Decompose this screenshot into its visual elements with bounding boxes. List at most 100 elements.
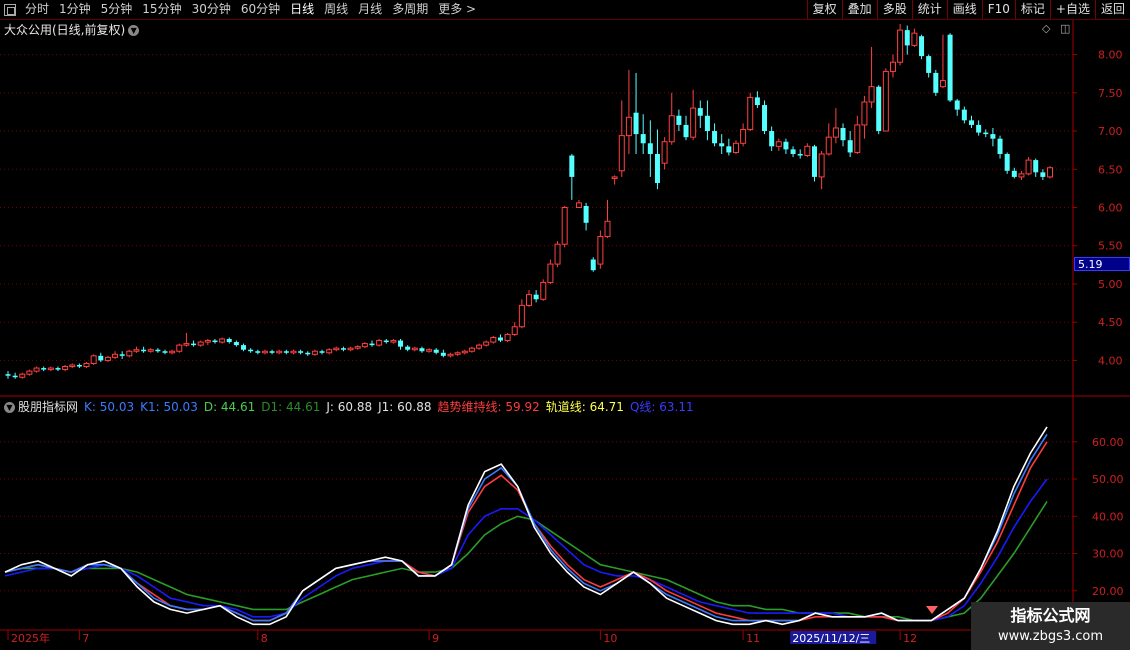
candle-body-15	[112, 353, 119, 358]
time-label-1: 7	[82, 632, 89, 645]
candle-body-74	[533, 294, 539, 300]
time-label-5: 11	[746, 632, 760, 645]
candle-body-63	[454, 352, 461, 355]
candle-body-143	[1025, 159, 1032, 175]
candle-body-23	[169, 350, 176, 354]
candle-body-69	[497, 337, 503, 341]
ind-tick-label-4: 20.00	[1092, 585, 1124, 598]
time-label-7: 12	[903, 632, 917, 645]
candle-body-132	[947, 34, 953, 101]
candle-body-102	[732, 142, 739, 153]
candle-body-142	[1018, 173, 1025, 178]
candle-body-70	[504, 333, 511, 342]
candle-body-84	[604, 220, 611, 238]
candle-body-135	[968, 120, 974, 125]
candle-body-36	[261, 350, 268, 354]
candle-body-75	[540, 281, 547, 300]
candle-body-10	[76, 365, 82, 367]
candle-body-92	[661, 141, 668, 164]
candle-body-76	[547, 263, 554, 283]
candle-body-129	[926, 56, 932, 73]
candle-body-105	[754, 97, 760, 106]
current-price-badge: 5.19	[1074, 257, 1130, 271]
candle-body-122	[876, 86, 882, 132]
candle-body-106	[762, 105, 768, 132]
candle-body-59	[426, 349, 433, 352]
candle-body-113	[811, 146, 817, 177]
candle-body-4	[33, 367, 40, 372]
candle-body-53	[383, 340, 389, 343]
candle-body-24	[176, 344, 183, 352]
candle-body-94	[676, 115, 682, 125]
time-label-2: 8	[261, 632, 268, 645]
candle-body-9	[69, 364, 76, 368]
price-tick-label-7: 4.50	[1098, 316, 1123, 329]
candle-body-6	[47, 367, 54, 371]
candle-body-86	[618, 135, 625, 172]
ind-tick-label-0: 60.00	[1092, 436, 1124, 449]
price-tick-label-2: 7.00	[1098, 125, 1123, 138]
candle-body-145	[1040, 172, 1046, 177]
candle-body-72	[518, 304, 525, 328]
kline-chart[interactable]: 8.00 7.50 7.00 6.50 6.00 5.50 5.00 4.50 4.00 60.0…	[0, 0, 1130, 650]
candle-body-73	[526, 294, 532, 306]
candle-body-85	[611, 176, 618, 179]
candle-body-41	[298, 351, 304, 353]
candle-body-104	[747, 96, 754, 131]
candle-body-49	[354, 346, 361, 349]
indicator-line-0	[4, 500, 1048, 622]
candle-body-30	[219, 338, 226, 343]
candle-body-121	[868, 86, 875, 103]
candle-body-67	[483, 341, 490, 346]
candle-body-28	[204, 340, 211, 343]
candle-body-95	[683, 124, 689, 138]
candle-body-99	[712, 131, 718, 144]
candle-body-17	[126, 350, 133, 357]
candle-body-146	[1047, 167, 1053, 178]
candle-body-20	[147, 349, 154, 352]
candle-body-138	[990, 134, 996, 139]
ind-tick-label-3: 30.00	[1092, 548, 1124, 561]
candle-body-11	[83, 362, 90, 368]
candle-body-60	[433, 349, 439, 353]
candle-body-79	[569, 155, 575, 177]
candle-body-88	[633, 112, 639, 135]
candle-body-56	[405, 346, 411, 350]
candle-body-25	[183, 343, 190, 346]
indicator-line-2	[4, 441, 1048, 622]
candle-body-29	[212, 340, 218, 343]
candle-body-98	[704, 115, 710, 132]
candle-body-3	[26, 370, 33, 375]
indicator-line-4	[4, 426, 1048, 626]
candle-body-19	[141, 349, 147, 352]
candle-body-64	[461, 350, 468, 354]
candle-body-97	[697, 108, 703, 116]
candle-body-130	[933, 72, 939, 93]
candle-body-111	[797, 153, 803, 156]
candle-body-144	[1033, 160, 1039, 173]
candle-body-0	[5, 374, 11, 376]
time-label-4: 10	[603, 632, 617, 645]
candle-body-34	[248, 349, 254, 352]
candle-body-52	[376, 340, 383, 346]
candle-body-40	[290, 350, 297, 354]
price-tick-label-3: 6.50	[1098, 163, 1123, 176]
candle-body-47	[340, 348, 346, 350]
candle-body-126	[904, 30, 910, 46]
candle-body-58	[419, 348, 425, 352]
ind-tick-label-2: 40.00	[1092, 510, 1124, 523]
candle-body-83	[597, 236, 604, 265]
price-tick-label-1: 7.50	[1098, 87, 1123, 100]
candle-body-131	[939, 80, 946, 88]
candle-body-32	[233, 342, 239, 346]
candle-body-125	[897, 29, 904, 63]
candle-body-61	[440, 352, 446, 356]
watermark-title: 指标公式网	[1010, 606, 1091, 625]
candle-body-12	[90, 355, 97, 364]
candle-body-55	[398, 340, 404, 347]
time-label-3: 9	[432, 632, 439, 645]
candle-body-1	[12, 375, 18, 378]
candle-body-81	[583, 205, 589, 223]
candle-body-21	[155, 349, 161, 352]
candle-body-2	[19, 373, 26, 378]
